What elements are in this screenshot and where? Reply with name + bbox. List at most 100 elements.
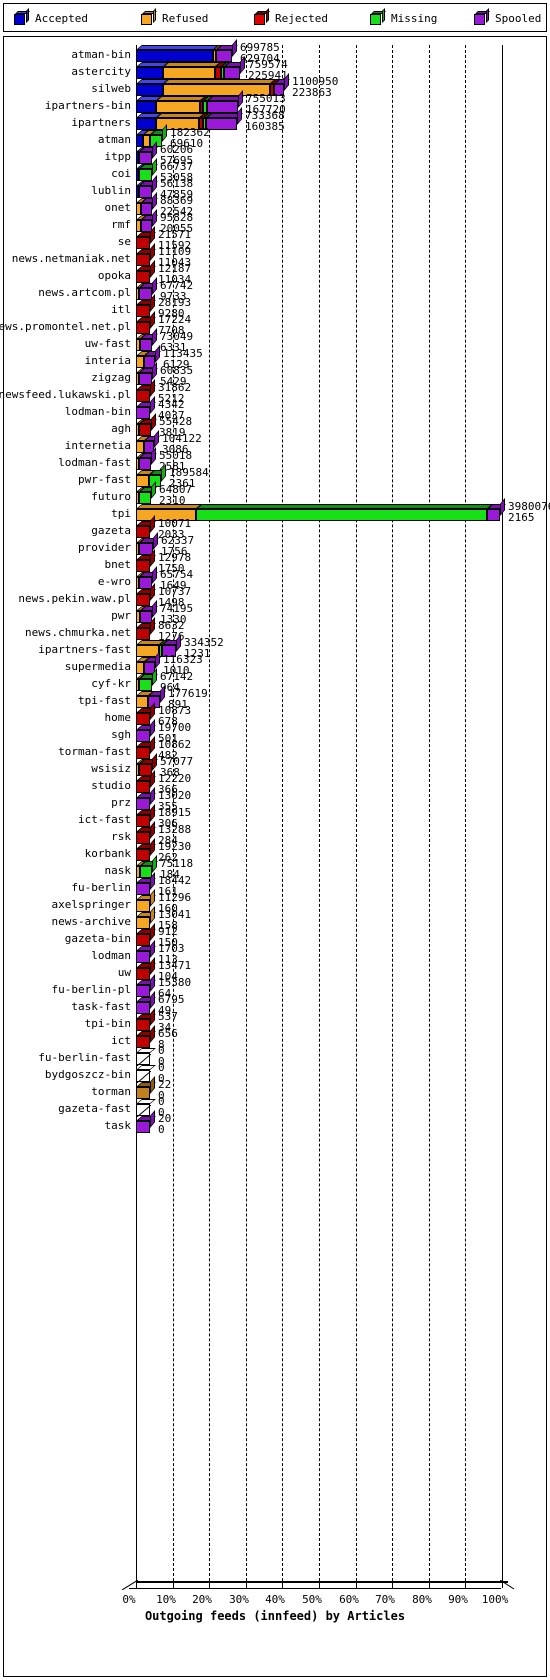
stacked-bar [136, 277, 158, 300]
stacked-bar [136, 617, 156, 640]
stacked-bar [136, 906, 156, 929]
bar-segment-spooled [207, 101, 238, 113]
row-label: atman [97, 133, 131, 146]
x-tick-label: 60% [339, 1593, 359, 1606]
stacked-bar [136, 1110, 156, 1133]
row-label: uw-fast [84, 337, 131, 350]
x-tick [136, 1583, 137, 1588]
bar-segment-missing [139, 492, 151, 504]
bar-segment-refused [143, 135, 150, 147]
bar-segment-rejected [136, 305, 150, 317]
row-label: lodman-fast [58, 456, 131, 469]
stacked-bar [136, 1065, 156, 1083]
stacked-bar [136, 770, 156, 793]
row-label: tpi-bin [84, 1017, 131, 1030]
stacked-bar [136, 804, 156, 827]
row-label: lublin [91, 184, 131, 197]
stacked-bar [136, 787, 156, 810]
row-label: torman-fast [58, 745, 131, 758]
chart-row: silweb 1100950 223863 [91, 73, 502, 98]
bar-segment-top [136, 45, 219, 50]
bar-segment-refused [136, 662, 144, 674]
bar-segment-spooled [141, 203, 152, 215]
row-label: ipartners-bin [44, 99, 131, 112]
row-label: gazeta-bin [64, 932, 131, 945]
stacked-bar [136, 311, 156, 334]
row-label: gazeta-fast [58, 1102, 131, 1115]
legend-label: Spooled [495, 11, 542, 25]
row-label: interia [84, 354, 131, 367]
bar-segment-spooled [136, 883, 150, 895]
row-label: uw [117, 966, 131, 979]
row-values: 759574 225941 [248, 59, 288, 81]
bar-segment-spooled [224, 67, 240, 79]
bar-segment-top [136, 504, 202, 509]
stacked-bar [136, 923, 156, 946]
stacked-bar [136, 702, 156, 725]
row-label: coi [111, 167, 131, 180]
bar-segment-accepted [136, 135, 143, 147]
bar-segment-empty [136, 1053, 151, 1066]
stacked-bar [136, 1008, 156, 1031]
x-tick [319, 1583, 320, 1588]
legend-item-accepted: Accepted [14, 8, 88, 27]
legend-item-refused: Refused [141, 8, 208, 27]
bar-segment-refused [136, 356, 144, 368]
stacked-bar [136, 464, 167, 487]
row-label: pwr-fast [78, 473, 131, 486]
stacked-bar [136, 124, 168, 147]
bar-segment-rejected [136, 254, 150, 266]
chart-row: gazeta-fast 0 0 [58, 1096, 502, 1118]
row-label: news.promontel.net.pl [0, 320, 131, 333]
legend-item-missing: Missing [370, 8, 437, 27]
x-tick-label: 50% [302, 1593, 322, 1606]
stacked-bar [136, 1076, 156, 1099]
stacked-bar [136, 141, 158, 164]
x-tick [173, 1583, 174, 1588]
bar-segment-refused [136, 696, 148, 708]
row-label: cyf-kr [91, 677, 131, 690]
bar-segment-spooled [136, 1121, 150, 1133]
bar-segment-refused [136, 475, 149, 487]
legend-swatch-missing [370, 8, 386, 25]
stacked-bar [136, 549, 156, 572]
row-label: fu-berlin-pl [51, 983, 131, 996]
stacked-bar [136, 1025, 156, 1048]
row-label: task [104, 1119, 132, 1132]
stacked-bar [136, 838, 156, 861]
stacked-bar [136, 260, 156, 283]
bar-segment-accepted [136, 50, 213, 62]
stacked-bar [136, 583, 156, 606]
row-values: 20 0 [158, 1113, 171, 1135]
row-label: news.pekin.waw.pl [18, 592, 131, 605]
x-tick [246, 1583, 247, 1588]
bar-segment-top [196, 504, 493, 509]
row-label: wsisiz [91, 762, 131, 775]
row-label: internetia [64, 439, 131, 452]
x-tick-label: 100% [481, 1593, 509, 1606]
stacked-bar [136, 753, 158, 776]
legend-item-spooled: Spooled [474, 8, 542, 27]
row-label: e-wro [97, 575, 131, 588]
bar-segment-rejected [139, 424, 151, 436]
chart-row: bydgoszcz-bin 0 0 [45, 1062, 502, 1084]
bar-segment-spooled [139, 186, 152, 198]
row-values: 3980076 2165 [508, 501, 550, 523]
row-label: bydgoszcz-bin [44, 1068, 131, 1081]
x-tick-label: 90% [448, 1593, 468, 1606]
bar-end-cap [232, 39, 237, 57]
x-tick [429, 1583, 430, 1588]
bar-segment-refused [163, 67, 215, 79]
bar-segment-accepted [136, 101, 156, 113]
bar-segment-spooled [136, 1002, 150, 1014]
row-label: lodman-bin [64, 405, 131, 418]
stacked-bar [136, 668, 158, 691]
row-value-accepted: 0 [158, 1123, 165, 1136]
bar-segment-spooled [136, 798, 150, 810]
stacked-bar [136, 39, 238, 62]
bar-segment-missing [139, 679, 152, 691]
bar-segment-top-empty [136, 1099, 156, 1104]
bar-segment-empty [136, 1104, 151, 1117]
row-label: prz [111, 796, 131, 809]
chart-legend: Accepted Refused Rejected Missing Spooled [3, 3, 547, 32]
